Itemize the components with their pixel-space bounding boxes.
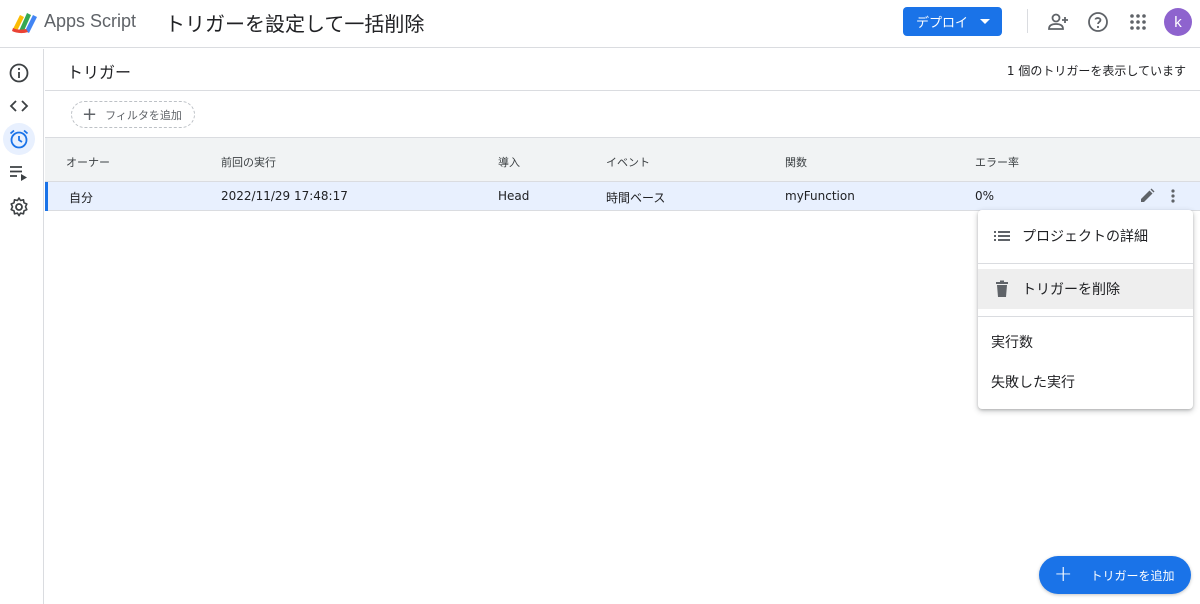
top-bar: Apps Script トリガーを設定して一括削除 デプロイ k: [0, 0, 1200, 48]
cell-last-run: 2022/11/29 17:48:17: [221, 189, 348, 203]
menu-item-project-details[interactable]: プロジェクトの詳細: [978, 216, 1193, 256]
table-row[interactable]: 自分 2022/11/29 17:48:17 Head 時間ベース myFunc…: [45, 182, 1200, 211]
column-header-last-run[interactable]: 前回の実行: [221, 154, 276, 170]
deploy-button[interactable]: デプロイ: [903, 7, 1002, 36]
playlist-play-icon[interactable]: [7, 161, 31, 185]
cell-deployment: Head: [498, 189, 530, 203]
plus-icon: +: [82, 103, 98, 125]
avatar[interactable]: k: [1164, 8, 1192, 36]
header-divider: [1027, 9, 1028, 33]
cell-owner: 自分: [69, 191, 94, 205]
menu-item-delete-trigger[interactable]: トリガーを削除: [978, 269, 1193, 309]
column-header-event[interactable]: イベント: [606, 154, 650, 170]
plus-icon: +: [1054, 562, 1073, 587]
menu-item-label: プロジェクトの詳細: [1022, 229, 1148, 245]
column-header-function[interactable]: 関数: [785, 154, 807, 170]
project-title[interactable]: トリガーを設定して一括削除: [165, 8, 424, 37]
apps-script-logo[interactable]: [10, 9, 40, 35]
cell-error-rate: 0%: [975, 189, 995, 203]
sidebar: [0, 49, 44, 604]
column-header-error-rate[interactable]: エラー率: [975, 154, 1019, 170]
edit-pencil-icon[interactable]: [1137, 186, 1157, 206]
info-icon[interactable]: [7, 61, 31, 85]
title-divider: [45, 90, 1200, 91]
help-icon[interactable]: [1086, 10, 1110, 34]
add-trigger-label: トリガーを追加: [1090, 568, 1175, 583]
app-name: Apps Script: [44, 11, 137, 31]
add-filter-button[interactable]: + フィルタを追加: [71, 101, 195, 128]
row-selected-accent: [45, 182, 48, 211]
cell-function: myFunction: [785, 189, 855, 203]
row-options-menu: プロジェクトの詳細 トリガーを削除 実行数 失敗した実行: [978, 210, 1193, 409]
menu-divider: [978, 316, 1193, 317]
trigger-count: 1 個のトリガーを表示しています: [1006, 64, 1186, 78]
gear-icon[interactable]: [7, 195, 31, 219]
menu-item-label: トリガーを削除: [1022, 282, 1120, 298]
column-header-owner[interactable]: オーナー: [66, 154, 110, 170]
table-header: オーナー 前回の実行 導入 イベント 関数 エラー率: [45, 137, 1200, 182]
column-header-deployment[interactable]: 導入: [498, 154, 520, 170]
menu-divider: [978, 263, 1193, 264]
menu-item-failed-executions[interactable]: 失敗した実行: [978, 362, 1193, 402]
trash-icon: [996, 280, 1008, 297]
more-vert-icon[interactable]: [1163, 186, 1183, 206]
add-trigger-button[interactable]: + トリガーを追加: [1039, 556, 1191, 594]
page-title: トリガー: [67, 63, 132, 82]
add-person-icon[interactable]: [1046, 10, 1070, 34]
menu-item-label: 実行数: [991, 335, 1033, 351]
deploy-button-label: デプロイ: [916, 16, 969, 31]
menu-item-label: 失敗した実行: [991, 375, 1075, 391]
apps-grid-icon[interactable]: [1126, 10, 1150, 34]
caret-down-icon: [980, 19, 990, 24]
cell-event: 時間ベース: [606, 191, 666, 205]
alarm-clock-icon[interactable]: [7, 127, 31, 151]
add-filter-label: フィルタを追加: [105, 108, 182, 122]
code-icon[interactable]: [7, 94, 31, 118]
list-icon: [994, 231, 1010, 241]
menu-item-executions[interactable]: 実行数: [978, 322, 1193, 362]
